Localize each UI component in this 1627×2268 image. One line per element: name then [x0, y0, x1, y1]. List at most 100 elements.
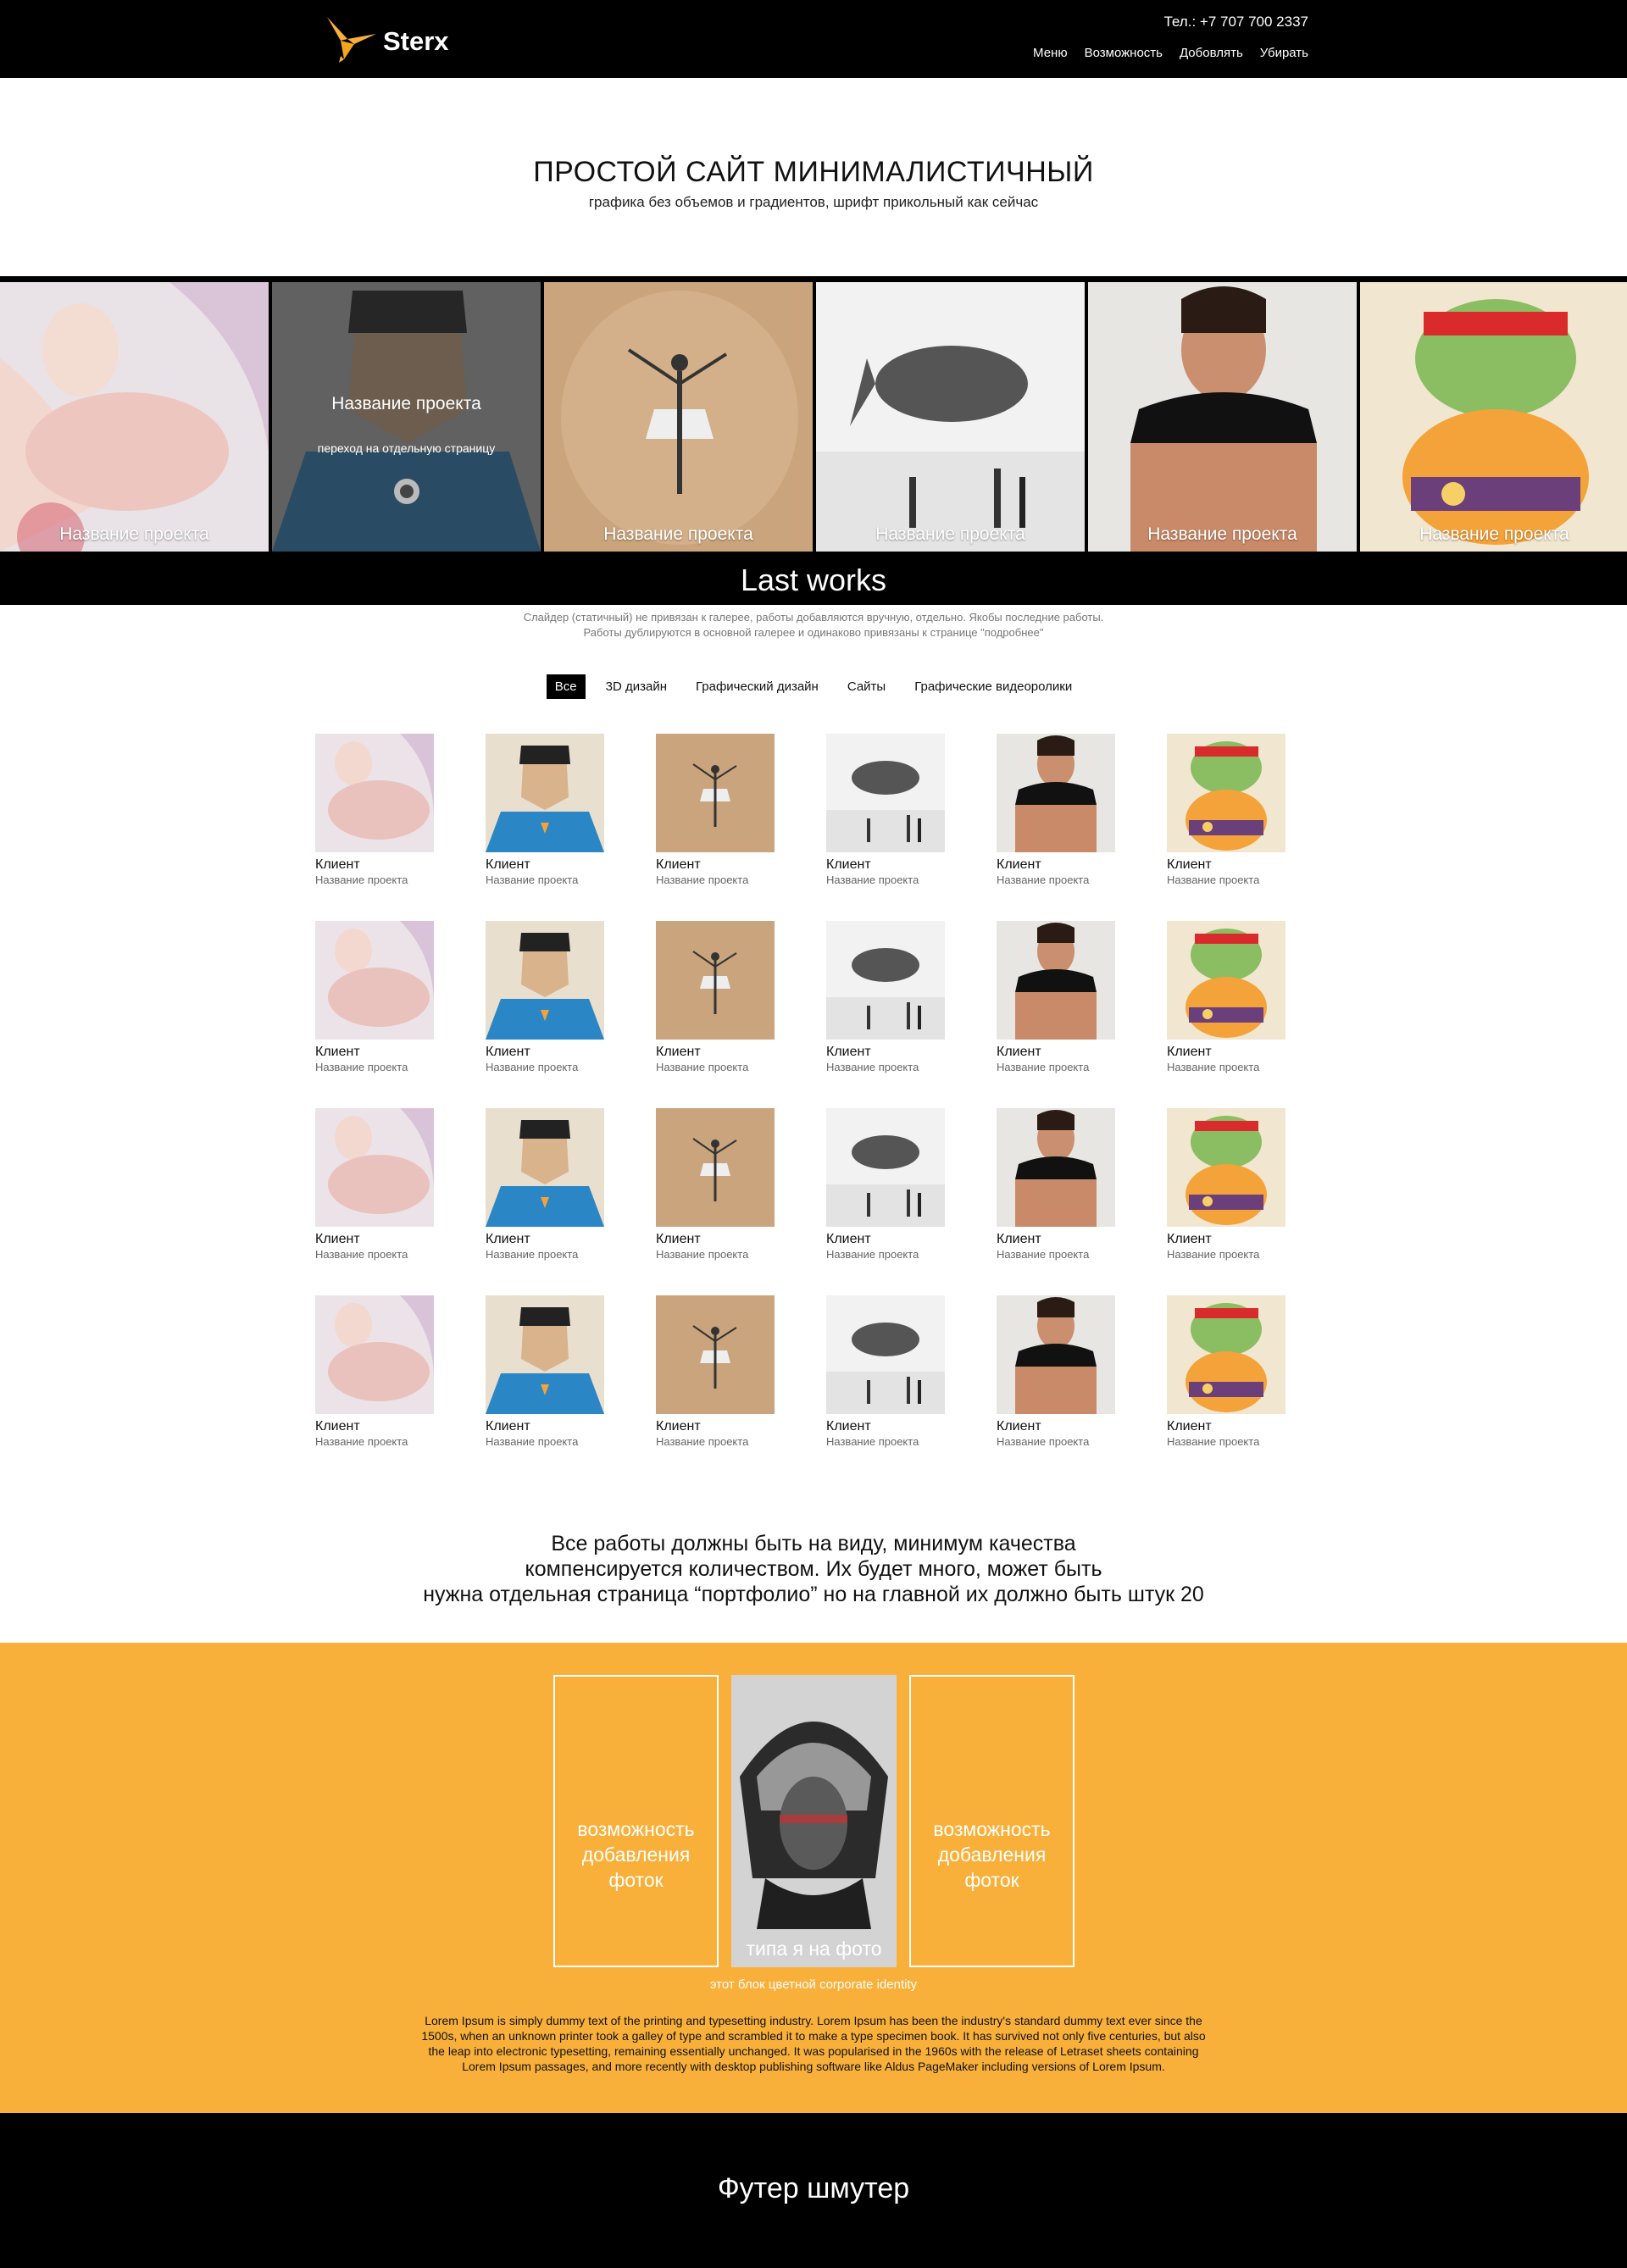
gallery-card[interactable]: Клиент Название проекта [1167, 921, 1285, 1073]
filter-sites[interactable]: Сайты [839, 674, 894, 699]
card-client: Клиент [997, 1232, 1041, 1246]
gallery-card[interactable]: Клиент Название проекта [997, 1295, 1115, 1448]
work-thumb-model[interactable] [997, 1295, 1115, 1414]
work-thumb-spock[interactable] [486, 921, 604, 1040]
work-thumb-portrait[interactable] [315, 1108, 434, 1227]
slide-caption: Название проекта [603, 524, 753, 544]
work-thumb-turtle[interactable] [1167, 1295, 1285, 1414]
gallery-card[interactable]: Клиент Название проекта [826, 1108, 945, 1261]
card-client: Клиент [315, 1232, 360, 1246]
work-thumb-elephant[interactable] [826, 734, 945, 852]
work-thumb-portrait[interactable] [315, 734, 434, 852]
work-thumb-ballerina[interactable] [656, 734, 775, 852]
slider-note: Слайдер (статичный) не привязан к галере… [0, 610, 1627, 640]
view-icon[interactable] [394, 479, 419, 504]
nav-item-menu[interactable]: Меню [1033, 46, 1068, 60]
filter-graphic-design[interactable]: Графический дизайн [687, 674, 827, 699]
gallery-card[interactable]: Клиент Название проекта [315, 1295, 434, 1448]
work-thumb-portrait[interactable] [315, 1295, 434, 1414]
card-client: Клиент [486, 1232, 530, 1246]
gallery-card[interactable]: Клиент Название проекта [826, 734, 945, 886]
work-thumb-spock[interactable] [486, 734, 604, 852]
bird-logo-icon [325, 15, 378, 68]
photo-upload-slot[interactable]: возможность добавления фоток [909, 1675, 1074, 1967]
profile-photo[interactable]: типа я на фото [731, 1675, 897, 1967]
card-client: Клиент [656, 1045, 701, 1059]
slide-image [544, 282, 813, 552]
card-project-name: Название проекта [997, 1061, 1090, 1073]
work-thumb-turtle[interactable] [1167, 734, 1285, 852]
gallery-card[interactable]: Клиент Название проекта [315, 921, 434, 1073]
thumb-image [656, 734, 775, 852]
card-client: Клиент [486, 1045, 530, 1059]
gallery-card[interactable]: Клиент Название проекта [315, 734, 434, 886]
nav-item-remove[interactable]: Убирать [1260, 46, 1308, 60]
gallery-card[interactable]: Клиент Название проекта [1167, 1108, 1285, 1261]
gallery-card[interactable]: Клиент Название проекта [997, 734, 1115, 886]
upload-slot-text: возможность добавления фоток [555, 1816, 717, 1893]
gallery-card[interactable]: Клиент Название проекта [486, 1295, 604, 1448]
footer-text: Футер шмутер [717, 2172, 910, 2204]
work-thumb-portrait[interactable] [315, 921, 434, 1040]
filter-motion-graphics[interactable]: Графические видеоролики [906, 674, 1080, 699]
work-thumb-elephant[interactable] [826, 921, 945, 1040]
overlay-title: Название проекта [331, 394, 481, 413]
slide-hover[interactable]: Название проекта переход на отдельную ст… [272, 282, 541, 552]
slide[interactable]: Название проекта [1088, 282, 1357, 552]
overlay-detail-link[interactable]: переход на отдельную страницу [272, 441, 541, 455]
gallery-card[interactable]: Клиент Название проекта [997, 1108, 1115, 1261]
card-client: Клиент [656, 1232, 701, 1246]
photo-upload-slot[interactable]: возможность добавления фоток [553, 1675, 719, 1967]
card-client: Клиент [1167, 1232, 1212, 1246]
work-thumb-ballerina[interactable] [656, 1295, 775, 1414]
gallery-card[interactable]: Клиент Название проекта [486, 921, 604, 1073]
card-client: Клиент [826, 1232, 871, 1246]
work-thumb-elephant[interactable] [826, 1108, 945, 1227]
gallery-card[interactable]: Клиент Название проекта [656, 1295, 775, 1448]
work-thumb-model[interactable] [997, 1108, 1115, 1227]
gallery-card[interactable]: Клиент Название проекта [315, 1108, 434, 1261]
work-thumb-spock[interactable] [486, 1108, 604, 1227]
hero-title: ПРОСТОЙ САЙТ МИНИМАЛИСТИЧНЫЙ [533, 156, 1094, 188]
gallery-card[interactable]: Клиент Название проекта [1167, 1295, 1285, 1448]
filter-all[interactable]: Все [546, 674, 586, 699]
thumb-image [656, 1295, 775, 1414]
card-project-name: Название проекта [1167, 1061, 1260, 1073]
gallery-card[interactable]: Клиент Название проекта [486, 1108, 604, 1261]
logo[interactable]: Sterx [325, 15, 449, 68]
nav-item-features[interactable]: Возможность [1085, 46, 1163, 60]
work-thumb-elephant[interactable] [826, 1295, 945, 1414]
work-thumb-turtle[interactable] [1167, 921, 1285, 1040]
gallery-card[interactable]: Клиент Название проекта [826, 1295, 945, 1448]
work-thumb-ballerina[interactable] [656, 1108, 775, 1227]
gallery-card[interactable]: Клиент Название проекта [656, 921, 775, 1073]
slide[interactable]: Название проекта [816, 282, 1085, 552]
gallery-grid: Клиент Название проекта Клиент Название про… [315, 734, 1312, 1448]
slide[interactable]: Название проекта [0, 282, 269, 552]
slide[interactable]: Название проекта [544, 282, 813, 552]
gallery-card[interactable]: Клиент Название проекта [656, 734, 775, 886]
gallery-card[interactable]: Клиент Название проекта [1167, 734, 1285, 886]
work-thumb-ballerina[interactable] [656, 921, 775, 1040]
filter-3d-design[interactable]: 3D дизайн [597, 674, 675, 699]
gallery-card[interactable]: Клиент Название проекта [826, 921, 945, 1073]
main-nav: Меню Возможность Добовлять Убирать [1033, 46, 1308, 60]
slide-hover-overlay [272, 282, 541, 552]
card-client: Клиент [1167, 1419, 1212, 1433]
thumb-image [315, 1295, 434, 1414]
thumb-image [315, 921, 434, 1040]
gallery-card[interactable]: Клиент Название проекта [486, 734, 604, 886]
work-thumb-model[interactable] [997, 921, 1115, 1040]
card-project-name: Название проекта [315, 1248, 408, 1261]
gallery-card[interactable]: Клиент Название проекта [997, 921, 1115, 1073]
work-thumb-spock[interactable] [486, 1295, 604, 1414]
thumb-image [1167, 734, 1285, 852]
slide[interactable]: Название проекта [1360, 282, 1627, 552]
gallery-card[interactable]: Клиент Название проекта [656, 1108, 775, 1261]
nav-item-add[interactable]: Добовлять [1180, 46, 1243, 60]
work-thumb-turtle[interactable] [1167, 1108, 1285, 1227]
phone-number: Тел.: +7 707 700 2337 [1163, 14, 1308, 30]
thumb-image [486, 921, 604, 1040]
work-thumb-model[interactable] [997, 734, 1115, 852]
card-project-name: Название проекта [997, 873, 1090, 886]
